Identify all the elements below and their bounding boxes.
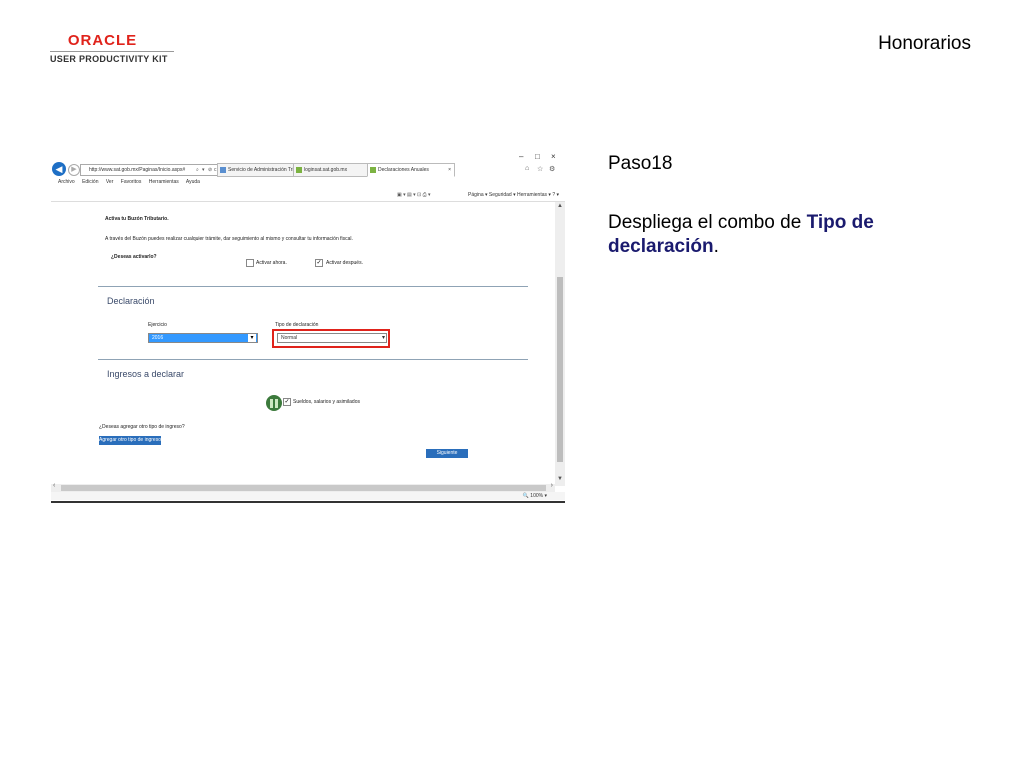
address-search-icon[interactable]: ⌕ (196, 167, 199, 173)
siguiente-button[interactable]: Siguiente (426, 449, 468, 458)
address-stop-icon[interactable]: ⊘ (208, 167, 212, 173)
instruction-text: Despliega el combo de (608, 212, 807, 233)
scroll-right-icon[interactable]: › (551, 482, 553, 489)
instruction-suffix: . (713, 236, 719, 257)
scroll-down-icon[interactable]: ▼ (557, 476, 563, 482)
browser-titlebar: – □ × (51, 150, 565, 161)
scroll-up-icon[interactable]: ▲ (557, 203, 563, 209)
step-instruction: Despliega el combo de Tipo de declaració… (608, 211, 938, 259)
logo-subtitle: USER PRODUCTIVITY KIT (50, 54, 168, 64)
cmd-ayuda[interactable]: ? ▾ (552, 192, 559, 198)
gear-icon[interactable]: ⚙ (549, 165, 555, 173)
tab-login[interactable]: loginsat.sat.gob.mx (293, 163, 377, 177)
oracle-wordmark: ORACLE (67, 32, 138, 49)
scroll-thumb[interactable] (557, 277, 563, 462)
vertical-scrollbar[interactable]: ▲ ▼ (555, 202, 565, 486)
sueldos-label: Sueldos, salarios y asimilados (293, 399, 360, 405)
menu-ver[interactable]: Ver (106, 179, 114, 185)
buzon-question: ¿Deseas activarlo? (111, 254, 157, 260)
scroll-left-icon[interactable]: ‹ (53, 482, 55, 489)
ejercicio-select[interactable]: 2016 ▾ (148, 333, 258, 343)
tab-close-icon[interactable]: × (448, 164, 451, 176)
forward-arrow-icon[interactable]: ▶ (68, 164, 80, 176)
tab-label: loginsat.sat.gob.mx (304, 167, 348, 173)
chevron-down-icon: ▾ (248, 334, 256, 342)
address-url: http://www.sat.gob.mx/Paginas/Inicio.asp… (89, 167, 186, 173)
ejercicio-value: 2016 (152, 335, 164, 341)
cmd-pagina[interactable]: Página ▾ (468, 192, 487, 198)
address-dropdown-icon[interactable]: ▾ (202, 167, 205, 173)
tab-label: Servicio de Administración Tri... (228, 167, 298, 173)
menu-ayuda[interactable]: Ayuda (186, 179, 200, 185)
command-bar-icons[interactable]: ▣ ▾ ▤ ▾ ⊡ ⎙ ▾ (397, 192, 431, 198)
command-items: Página ▾ Seguridad ▾ Herramientas ▾ ? ▾ (468, 192, 559, 198)
activar-despues-checkbox[interactable]: ✓ (315, 259, 323, 267)
browser-command-bar: ▣ ▾ ▤ ▾ ⊡ ⎙ ▾ Página ▾ Seguridad ▾ Herra… (51, 189, 565, 202)
tab-declaraciones[interactable]: Declaraciones Anuales × (367, 163, 455, 177)
tipo-declaracion-label: Tipo de declaración (275, 322, 319, 328)
page-content: Activa tu Buzón Tributario. A través del… (51, 202, 554, 486)
section-divider (98, 359, 528, 360)
activar-ahora-label: Activar ahora. (256, 260, 287, 266)
home-icon[interactable]: ⌂ (525, 165, 529, 172)
zoom-value: 100% (530, 493, 544, 499)
tab-favicon-icon (370, 167, 376, 173)
upk-highlight-box (272, 329, 390, 348)
menu-archivo[interactable]: Archivo (58, 179, 75, 185)
step-label: Paso18 (608, 153, 673, 174)
menu-edicion[interactable]: Edición (82, 179, 98, 185)
back-arrow-icon[interactable]: ◀ (52, 162, 66, 176)
ejercicio-label: Ejercicio (148, 322, 167, 328)
logo-divider (50, 51, 174, 52)
tab-favicon-icon (220, 167, 226, 173)
browser-screenshot: – □ × ◀ ▶ http://www.sat.gob.mx/Paginas/… (51, 150, 565, 503)
oracle-upk-logo: ORACLE USER PRODUCTIVITY KIT (50, 32, 174, 64)
sueldos-checkbox[interactable]: ✓ (283, 398, 291, 406)
hscroll-thumb[interactable] (61, 485, 546, 491)
menu-favoritos[interactable]: Favoritos (121, 179, 142, 185)
browser-menu-bar: Archivo Edición Ver Favoritos Herramient… (51, 179, 565, 188)
cmd-herramientas[interactable]: Herramientas ▾ (517, 192, 551, 198)
star-icon[interactable]: ☆ (537, 165, 543, 173)
activar-despues-label: Activar después. (326, 260, 363, 266)
ingresos-section-title: Ingresos a declarar (107, 369, 185, 379)
cmd-seguridad[interactable]: Seguridad ▾ (489, 192, 516, 198)
otro-ingreso-question: ¿Deseas agregar otro tipo de ingreso? (99, 424, 185, 430)
declaracion-section-title: Declaración (107, 296, 155, 306)
people-icon (266, 395, 282, 411)
agregar-ingreso-button[interactable]: Agregar otro tipo de ingreso (99, 436, 161, 445)
activar-ahora-checkbox[interactable] (246, 259, 254, 267)
menu-herramientas[interactable]: Herramientas (149, 179, 179, 185)
section-divider (98, 286, 528, 287)
buzon-description: A través del Buzón puedes realizar cualq… (105, 236, 353, 242)
tab-label: Declaraciones Anuales (378, 167, 429, 173)
horizontal-scrollbar[interactable]: ‹ › (51, 482, 555, 492)
tab-sat[interactable]: Servicio de Administración Tri... (217, 163, 303, 177)
browser-address-row: ◀ ▶ http://www.sat.gob.mx/Paginas/Inicio… (51, 160, 565, 178)
zoom-level[interactable]: 🔍 100% ▾ (523, 493, 547, 499)
tab-favicon-icon (296, 167, 302, 173)
buzon-title: Activa tu Buzón Tributario. (105, 216, 169, 222)
page-title: Honorarios (878, 33, 971, 54)
browser-status-bar: 🔍 100% ▾ (51, 492, 565, 500)
